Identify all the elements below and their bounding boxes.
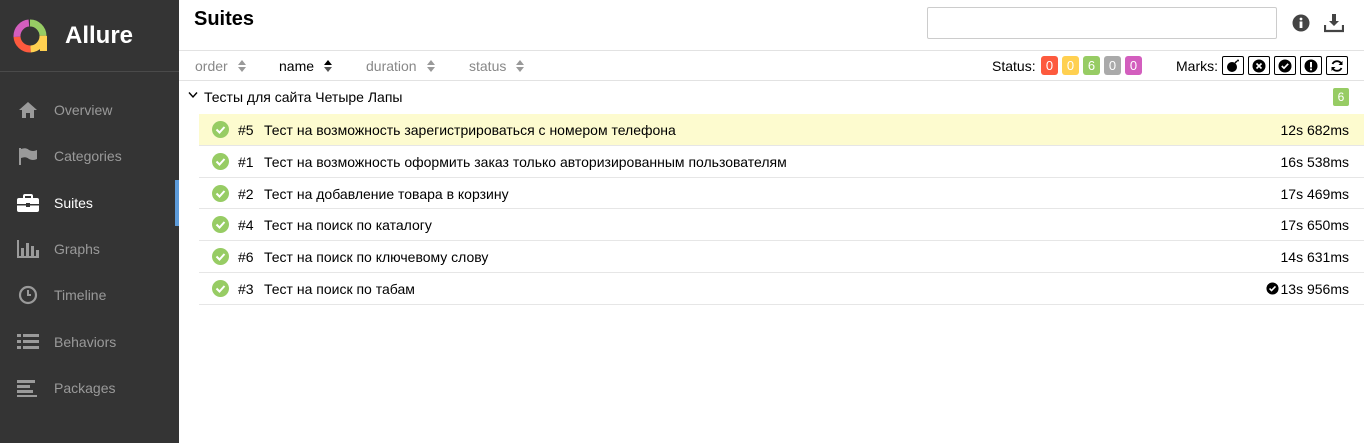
- sort-icon: [516, 60, 525, 72]
- test-duration: 16s 538ms: [1280, 153, 1349, 170]
- sidebar-item-packages[interactable]: Packages: [0, 365, 179, 411]
- test-name: Тест на поиск по ключевому слову: [264, 249, 489, 266]
- test-name: Тест на добавление товара в корзину: [264, 185, 509, 202]
- times-circle-icon[interactable]: [1248, 56, 1270, 75]
- sort-bar: order name duration status Status: 0 0 6…: [179, 51, 1364, 81]
- status-failed-badge[interactable]: 0: [1041, 56, 1058, 75]
- sort-by-order[interactable]: order: [195, 58, 246, 74]
- list-icon: [17, 332, 39, 352]
- sidebar-item-label: Behaviors: [54, 333, 117, 350]
- passed-check-icon: [212, 248, 229, 266]
- sort-asc-icon: [324, 60, 333, 72]
- sidebar-item-suites[interactable]: Suites: [0, 179, 179, 227]
- sort-by-duration[interactable]: duration: [366, 58, 435, 74]
- flag-icon: [17, 146, 39, 166]
- page-title: Suites: [194, 8, 255, 30]
- status-filter-label: Status:: [992, 58, 1036, 74]
- main-content: Suites order name duration status Status…: [179, 0, 1364, 443]
- test-name: Тест на возможность зарегистрироваться с…: [264, 122, 676, 138]
- top-bar: Suites: [179, 0, 1364, 51]
- passed-check-icon: [212, 121, 229, 138]
- briefcase-icon: [17, 193, 39, 213]
- sidebar-item-label: Overview: [54, 102, 113, 119]
- test-duration: 14s 631ms: [1280, 249, 1349, 266]
- test-list: #5 Тест на возможность зарегистрироватьс…: [199, 114, 1364, 305]
- download-icon[interactable]: [1324, 13, 1344, 33]
- test-name: Тест на поиск по табам: [264, 280, 415, 297]
- test-number: #4: [238, 217, 254, 234]
- suite-group-count-badge: 6: [1333, 88, 1349, 106]
- sidebar-item-label: Timeline: [54, 287, 107, 304]
- test-name: Тест на поиск по каталогу: [264, 217, 432, 234]
- bomb-icon[interactable]: [1222, 56, 1244, 75]
- sidebar-item-categories[interactable]: Categories: [0, 133, 179, 179]
- home-icon: [17, 100, 39, 120]
- sidebar-nav: Overview Categories Suites Graphs Timeli…: [0, 87, 179, 411]
- marks-filter-label: Marks:: [1176, 58, 1218, 74]
- bar-chart-icon: [17, 239, 39, 259]
- test-duration: 17s 469ms: [1280, 185, 1349, 202]
- sidebar-item-label: Packages: [54, 379, 116, 396]
- sort-icon: [237, 60, 246, 72]
- test-row[interactable]: #4 Тест на поиск по каталогу 17s 650ms: [199, 209, 1364, 242]
- test-number: #5: [238, 122, 254, 138]
- brand[interactable]: Allure: [0, 0, 179, 72]
- test-row[interactable]: #6 Тест на поиск по ключевому слову 14s …: [199, 241, 1364, 273]
- clock-icon: [17, 285, 39, 305]
- sidebar-item-label: Suites: [54, 194, 93, 211]
- brand-name: Allure: [65, 21, 134, 49]
- suite-group-title: Тесты для сайта Четыре Лапы: [204, 89, 403, 105]
- test-duration: 13s 956ms: [1280, 280, 1349, 297]
- sidebar-item-label: Graphs: [54, 241, 100, 258]
- status-passed-badge[interactable]: 6: [1083, 56, 1100, 75]
- test-row[interactable]: #2 Тест на добавление товара в корзину 1…: [199, 178, 1364, 210]
- info-icon[interactable]: [1291, 13, 1311, 33]
- sidebar-item-overview[interactable]: Overview: [0, 87, 179, 133]
- test-row[interactable]: #1 Тест на возможность оформить заказ то…: [199, 146, 1364, 178]
- sort-label: duration: [366, 58, 417, 74]
- align-left-icon: [17, 378, 39, 398]
- sidebar-item-behaviors[interactable]: Behaviors: [0, 318, 179, 364]
- status-skipped-badge[interactable]: 0: [1104, 56, 1121, 75]
- passed-check-icon: [212, 152, 229, 170]
- check-circle-mark-icon: [1266, 282, 1279, 295]
- sort-icon: [426, 60, 435, 72]
- suite-group[interactable]: Тесты для сайта Четыре Лапы 6: [179, 83, 1364, 111]
- chevron-down-icon: [188, 92, 198, 99]
- test-duration: 17s 650ms: [1280, 217, 1349, 234]
- passed-check-icon: [212, 216, 229, 234]
- status-broken-badge[interactable]: 0: [1062, 56, 1079, 75]
- allure-logo-icon: [13, 19, 47, 52]
- test-number: #2: [238, 185, 254, 202]
- sidebar: Allure Overview Categories Suites Graphs: [0, 0, 179, 443]
- sort-by-status[interactable]: status: [469, 58, 525, 74]
- sidebar-item-graphs[interactable]: Graphs: [0, 226, 179, 272]
- exclamation-circle-icon[interactable]: [1300, 56, 1322, 75]
- sort-label: name: [279, 58, 315, 74]
- sort-label: status: [469, 58, 507, 74]
- sidebar-item-label: Categories: [54, 148, 122, 165]
- test-row[interactable]: #3 Тест на поиск по табам 13s 956ms: [199, 273, 1364, 305]
- passed-check-icon: [212, 279, 229, 297]
- passed-check-icon: [212, 184, 229, 202]
- test-row[interactable]: #5 Тест на возможность зарегистрироватьс…: [199, 114, 1364, 146]
- check-circle-icon[interactable]: [1274, 56, 1296, 75]
- test-number: #6: [238, 249, 254, 266]
- test-name: Тест на возможность оформить заказ тольк…: [264, 153, 787, 170]
- test-number: #1: [238, 153, 254, 170]
- refresh-icon[interactable]: [1326, 56, 1348, 75]
- sort-label: order: [195, 58, 228, 74]
- sidebar-item-timeline[interactable]: Timeline: [0, 272, 179, 318]
- search-input[interactable]: [927, 7, 1277, 39]
- status-unknown-badge[interactable]: 0: [1125, 56, 1142, 75]
- test-number: #3: [238, 280, 254, 297]
- test-duration: 12s 682ms: [1280, 122, 1349, 138]
- sort-by-name[interactable]: name: [279, 58, 333, 74]
